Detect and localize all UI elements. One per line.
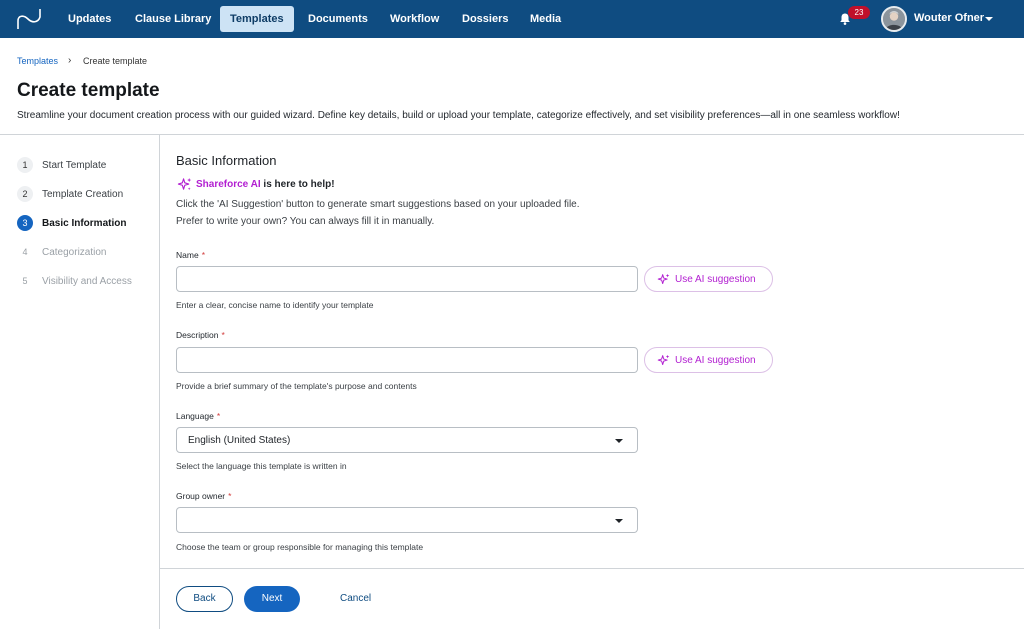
nav-item-media[interactable]: Media (520, 6, 571, 32)
back-button[interactable]: Back (176, 586, 233, 612)
page-description: Streamline your document creation proces… (17, 110, 900, 121)
description-input[interactable] (176, 347, 638, 373)
step-start-template[interactable]: 1 Start Template (17, 157, 106, 173)
step-template-creation[interactable]: 2 Template Creation (17, 186, 123, 202)
step-number: 3 (17, 215, 33, 231)
breadcrumb-current: Create template (83, 56, 148, 66)
required-marker: * (228, 491, 232, 501)
description-ai-suggestion-button[interactable]: Use AI suggestion (644, 347, 773, 373)
sparkles-icon (657, 273, 670, 284)
ai-helper-text-1: Click the 'AI Suggestion' button to gene… (176, 199, 580, 210)
step-label: Categorization (42, 246, 107, 258)
step-number: 2 (17, 186, 33, 202)
group-owner-label: Group owner * (176, 491, 232, 501)
nav-item-clause-library[interactable]: Clause Library (125, 6, 221, 32)
nav-item-documents[interactable]: Documents (298, 6, 378, 32)
group-owner-hint: Choose the team or group responsible for… (176, 542, 424, 552)
name-ai-suggestion-button[interactable]: Use AI suggestion (644, 266, 773, 292)
step-number: 5 (22, 276, 28, 286)
language-select[interactable]: English (United States) (176, 427, 638, 453)
required-marker: * (216, 411, 221, 421)
nav-item-templates[interactable]: Templates (220, 6, 294, 32)
caret-down-icon[interactable] (985, 17, 993, 21)
step-basic-information[interactable]: 3 Basic Information (17, 215, 126, 231)
top-nav-bar: Updates Clause Library Templates Documen… (0, 0, 1024, 38)
name-hint: Enter a clear, concise name to identify … (176, 300, 374, 310)
notification-count-badge: 23 (848, 6, 870, 19)
group-owner-select[interactable] (176, 507, 638, 533)
description-hint: Provide a brief summary of the template'… (176, 381, 417, 391)
ai-brand-name: Shareforce AI (196, 179, 261, 190)
required-marker: * (201, 250, 205, 260)
language-selected-value: English (United States) (188, 435, 291, 446)
next-button[interactable]: Next (244, 586, 300, 612)
footer-divider (160, 568, 1024, 569)
step-label: Start Template (42, 159, 107, 171)
page-title: Create template (17, 80, 160, 101)
language-hint: Select the language this template is wri… (176, 461, 347, 471)
sparkles-icon (177, 177, 192, 191)
step-number: 4 (22, 247, 28, 257)
step-number: 1 (17, 157, 33, 173)
required-marker: * (221, 330, 225, 340)
step-visibility-and-access: 5 Visibility and Access (17, 273, 132, 289)
caret-down-icon (615, 519, 623, 523)
step-label: Basic Information (42, 217, 127, 229)
language-label: Language * (176, 411, 221, 421)
user-name[interactable]: Wouter Ofner (914, 12, 984, 24)
cancel-button[interactable]: Cancel (340, 593, 371, 604)
ai-helper-text-2: Prefer to write your own? You can always… (176, 216, 435, 227)
name-input[interactable] (176, 266, 638, 292)
nav-item-updates[interactable]: Updates (58, 6, 121, 32)
step-label: Template Creation (42, 188, 124, 200)
step-categorization: 4 Categorization (17, 244, 106, 260)
app-logo-icon[interactable] (16, 7, 42, 31)
header-divider (0, 134, 1024, 135)
ai-button-label: Use AI suggestion (675, 354, 756, 366)
nav-item-workflow[interactable]: Workflow (380, 6, 449, 32)
caret-down-icon (615, 439, 623, 443)
avatar[interactable] (881, 6, 907, 32)
description-label: Description * (176, 330, 225, 340)
breadcrumb-templates-link[interactable]: Templates (17, 56, 58, 66)
nav-item-dossiers[interactable]: Dossiers (452, 6, 518, 32)
step-label: Visibility and Access (42, 275, 132, 287)
ai-helper-heading: Shareforce AI is here to help! (196, 179, 335, 190)
ai-button-label: Use AI suggestion (675, 273, 756, 285)
breadcrumb-chevron-icon: › (68, 55, 72, 66)
section-title: Basic Information (176, 153, 277, 168)
sparkles-icon (657, 354, 670, 365)
name-label: Name * (176, 250, 205, 260)
ai-helper-tagline: is here to help! (260, 179, 335, 190)
sidebar-divider (159, 135, 160, 629)
